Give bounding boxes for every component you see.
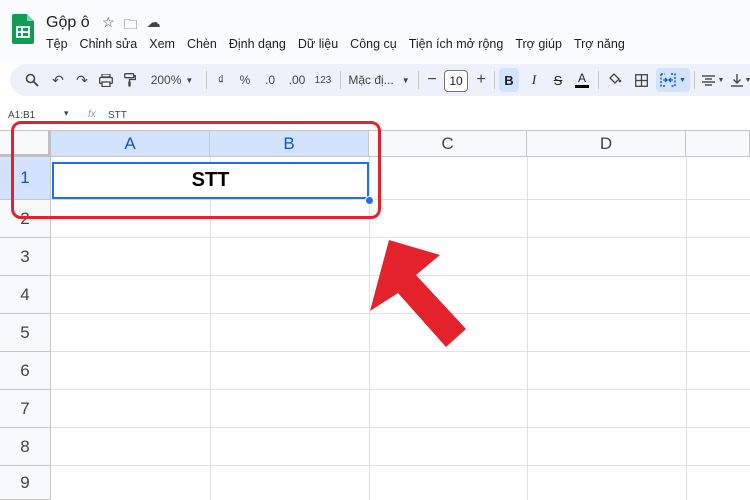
menu-extensions[interactable]: Tiện ích mở rộng [403, 37, 510, 51]
percent-format-button[interactable]: % [236, 64, 254, 96]
chevron-down-icon: ▼ [744, 76, 750, 84]
row-header-9[interactable]: 9 [0, 466, 51, 500]
column-header-c[interactable]: C [369, 131, 527, 157]
divider [694, 71, 695, 89]
menu-data[interactable]: Dữ liệu [292, 37, 344, 51]
grid-line [51, 351, 750, 352]
chevron-down-icon: ▼ [679, 76, 686, 84]
row-header-6[interactable]: 6 [0, 352, 51, 390]
horizontal-align-button[interactable]: ▼ [700, 64, 726, 96]
grid-line [51, 389, 750, 390]
merge-cells-icon [660, 73, 676, 87]
grid-line [51, 427, 750, 428]
redo-icon[interactable]: ↷ [72, 64, 92, 96]
paint-format-icon[interactable] [120, 64, 140, 96]
text-color-button[interactable]: A [572, 64, 592, 96]
menu-edit[interactable]: Chỉnh sửa [74, 37, 144, 51]
bold-button[interactable]: B [499, 68, 519, 92]
chevron-down-icon: ▼ [185, 75, 194, 85]
row-header-5[interactable]: 5 [0, 314, 51, 352]
text-color-icon: A [577, 71, 586, 85]
row-header-8[interactable]: 8 [0, 428, 51, 466]
text-color-swatch [575, 85, 589, 88]
grid-line [51, 465, 750, 466]
search-menus-icon[interactable] [22, 64, 42, 96]
divider [494, 71, 495, 89]
align-center-icon [701, 74, 715, 86]
decrease-decimal-button[interactable]: .0 [260, 64, 280, 96]
divider [418, 71, 419, 89]
document-title[interactable]: Gộp ô [46, 14, 90, 32]
vertical-align-button[interactable]: ▼ [730, 64, 750, 96]
menu-help[interactable]: Trợ giúp [509, 37, 568, 51]
menu-view[interactable]: Xem [143, 37, 181, 51]
menu-tools[interactable]: Công cụ [344, 37, 403, 51]
formula-input[interactable]: STT [108, 110, 127, 121]
menu-file[interactable]: Tệp [40, 37, 74, 51]
zoom-select[interactable]: 200% ▼ [146, 64, 198, 96]
row-header-4[interactable]: 4 [0, 276, 51, 314]
menu-format[interactable]: Định dạng [223, 37, 292, 51]
increase-font-size-button[interactable]: + [473, 64, 489, 96]
menu-bar: Tệp Chỉnh sửa Xem Chèn Định dạng Dữ liệu… [40, 37, 631, 51]
menu-insert[interactable]: Chèn [181, 37, 223, 51]
move-folder-icon[interactable]: 🗀 [124, 14, 138, 38]
chevron-down-icon[interactable]: ▾ [64, 108, 69, 119]
font-size-input[interactable]: 10 [444, 70, 468, 92]
annotation-highlight-box [11, 121, 381, 219]
align-bottom-icon [730, 73, 743, 87]
chevron-down-icon: ▼ [717, 76, 725, 84]
merge-cells-button[interactable]: ▼ [656, 68, 690, 92]
grid-line [686, 157, 687, 500]
divider [598, 71, 599, 89]
sheets-logo-icon[interactable] [12, 14, 34, 44]
toolbar: ↶ ↷ 200% ▼ ₫ % .0 .00 123 Mặc đị... ▼ − 10… [10, 64, 750, 96]
annotation-arrow-icon [370, 240, 466, 347]
zoom-value: 200% [150, 73, 182, 87]
fx-icon: fx [88, 109, 96, 120]
row-header-7[interactable]: 7 [0, 390, 51, 428]
app-header: Gộp ô ☆ 🗀 ☁ Tệp Chỉnh sửa Xem Chèn Định … [0, 0, 750, 62]
cloud-status-icon[interactable]: ☁ [147, 14, 161, 38]
italic-button[interactable]: I [524, 64, 544, 96]
menu-accessibility[interactable]: Trợ năng [568, 37, 631, 51]
strikethrough-button[interactable]: S [548, 64, 568, 96]
borders-icon[interactable] [630, 64, 652, 96]
decrease-font-size-button[interactable]: − [424, 64, 440, 96]
name-box[interactable]: A1:B1 [8, 110, 35, 121]
column-header-d[interactable]: D [527, 131, 686, 157]
star-icon[interactable]: ☆ [102, 14, 115, 38]
divider [206, 71, 207, 89]
divider [340, 71, 341, 89]
print-icon[interactable] [96, 64, 116, 96]
more-formats-button[interactable]: 123 [312, 64, 334, 96]
row-header-3[interactable]: 3 [0, 238, 51, 276]
currency-format-button[interactable]: ₫ [212, 64, 230, 96]
fill-color-icon[interactable] [604, 64, 626, 96]
grid-line [527, 157, 528, 500]
increase-decimal-button[interactable]: .00 [286, 64, 308, 96]
chevron-down-icon: ▼ [401, 75, 410, 85]
column-header-e[interactable] [686, 131, 750, 157]
font-select[interactable]: Mặc đị... ▼ [346, 64, 412, 96]
undo-icon[interactable]: ↶ [48, 64, 68, 96]
font-name: Mặc đị... [348, 73, 394, 87]
